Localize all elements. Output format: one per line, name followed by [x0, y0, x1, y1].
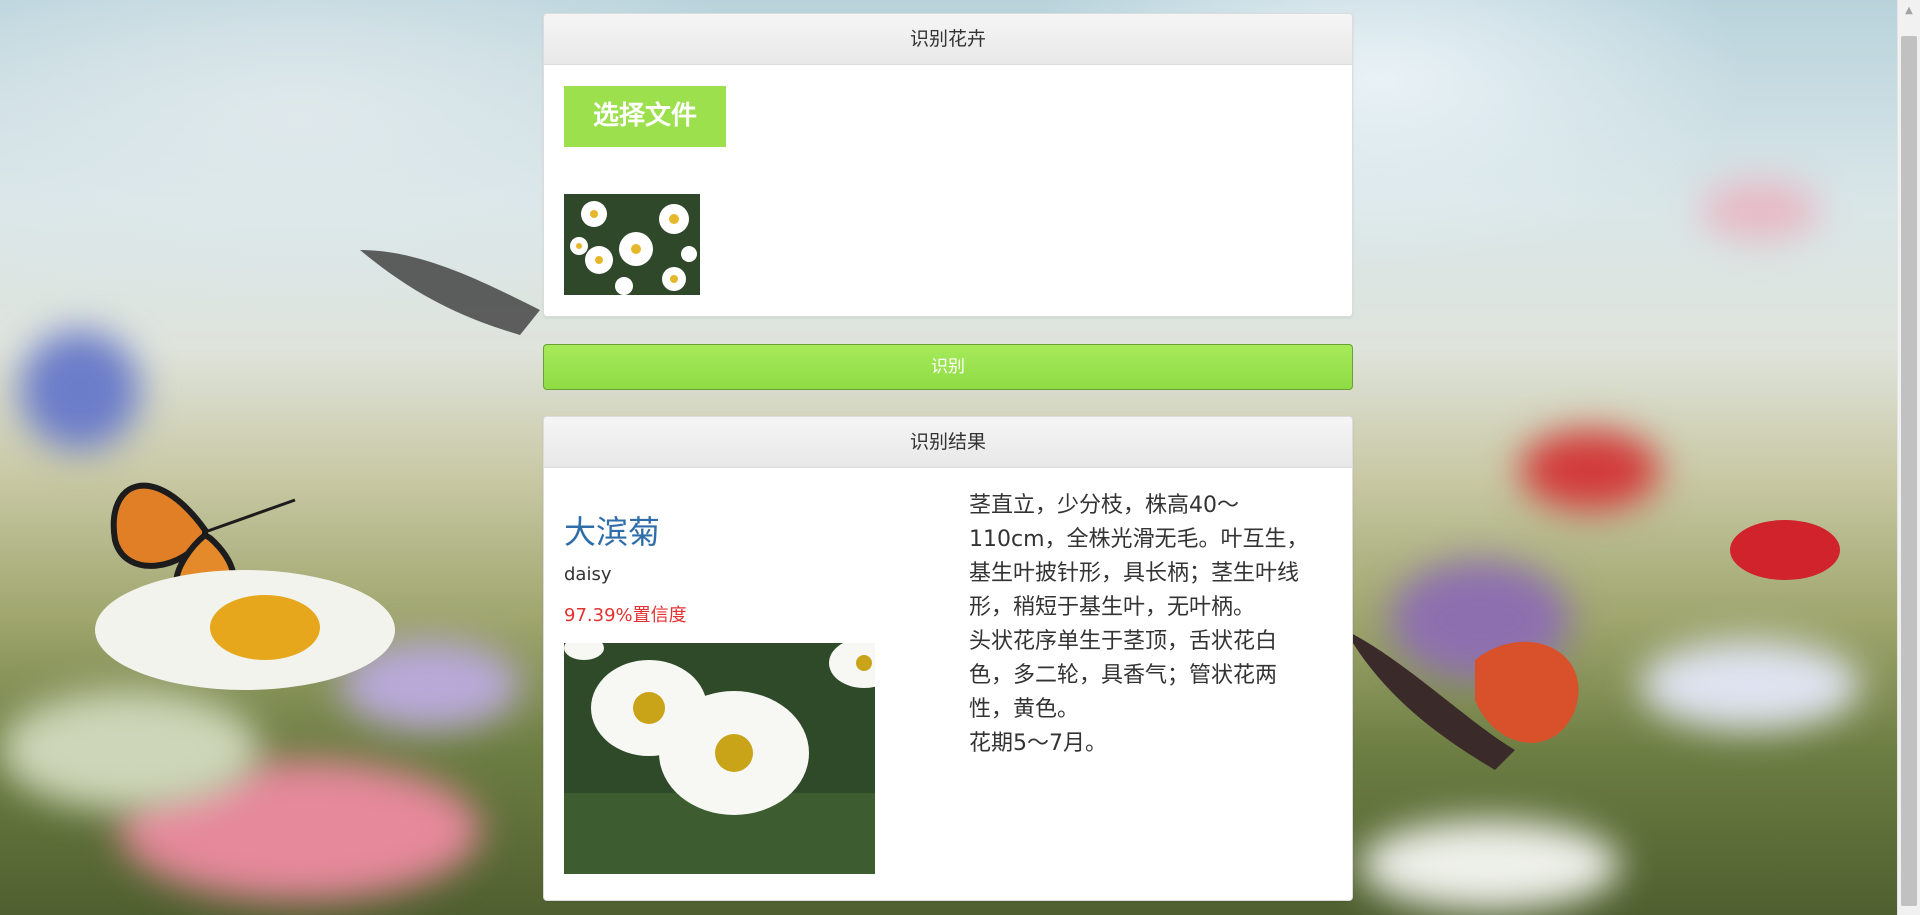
scroll-up-arrow-icon[interactable]: ▲ — [1898, 0, 1920, 22]
flower-photo — [564, 643, 875, 874]
upload-panel-title: 识别花卉 — [544, 14, 1352, 65]
result-panel-title: 识别结果 — [544, 417, 1352, 468]
recognize-button[interactable]: 识别 — [543, 344, 1353, 390]
butterfly-illustration-top — [360, 250, 540, 335]
flower-name: 大滨菊 — [564, 513, 661, 551]
flower-latin-name: daisy — [564, 564, 612, 585]
result-summary: 大滨菊 daisy 97.39%置信度 — [564, 467, 904, 874]
upload-panel: 识别花卉 选择文件 — [543, 13, 1353, 317]
confidence-value: 97.39%置信度 — [564, 605, 687, 626]
result-panel: 识别结果 大滨菊 daisy 97.39%置信度 茎直立，少分枝，株高40～11… — [543, 416, 1353, 901]
description-paragraph: 茎直立，少分枝，株高40～110cm，全株光滑无毛。叶互生，基生叶披针形，具长柄… — [969, 493, 1309, 620]
scrollbar-thumb[interactable] — [1901, 36, 1917, 906]
uploaded-image-thumbnail — [564, 194, 700, 295]
description-paragraph: 花期5～7月。 — [969, 731, 1107, 756]
flower-description: 茎直立，少分枝，株高40～110cm，全株光滑无毛。叶互生，基生叶披针形，具长柄… — [969, 489, 1315, 761]
scrollbar[interactable]: ▲ — [1897, 0, 1920, 915]
choose-file-button[interactable]: 选择文件 — [564, 86, 726, 147]
description-paragraph: 头状花序单生于茎顶，舌状花白色，多二轮，具香气；管状花两性，黄色。 — [969, 629, 1278, 722]
butterfly-illustration-right — [1345, 630, 1579, 770]
